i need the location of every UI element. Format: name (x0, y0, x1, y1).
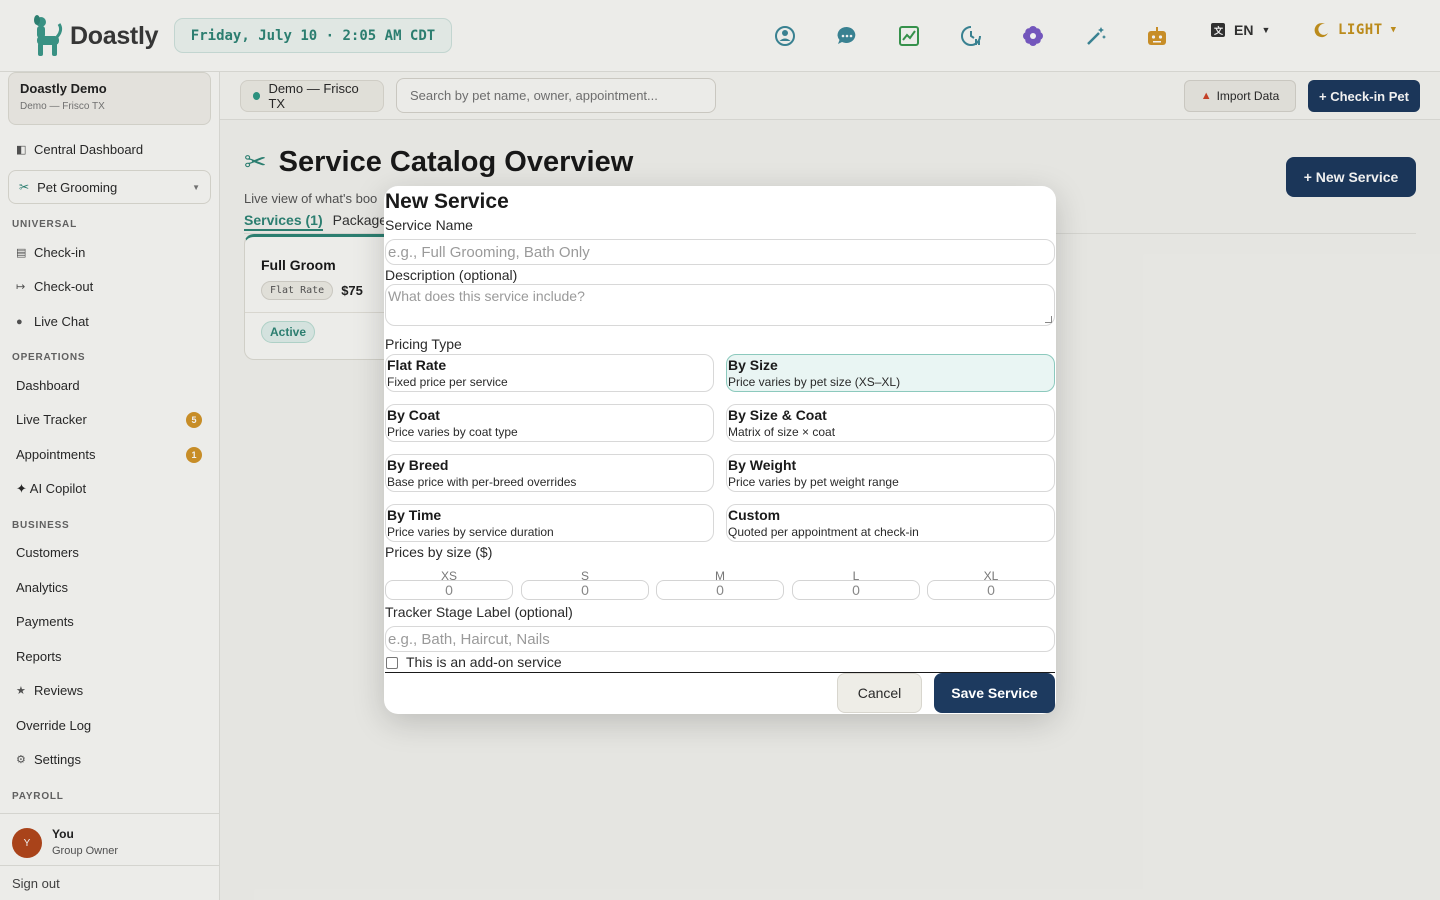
pricing-option-custom[interactable]: Custom Quoted per appointment at check-i… (726, 504, 1055, 542)
resize-handle-icon[interactable] (1045, 316, 1052, 323)
save-service-button[interactable]: Save Service (934, 673, 1055, 713)
pricing-option-flat-rate[interactable]: Flat Rate Fixed price per service (385, 354, 714, 392)
description-placeholder: What does this service include? (388, 288, 585, 304)
add-on-label[interactable]: This is an add-on service (406, 654, 562, 670)
pricing-option-title: By Breed (387, 457, 449, 473)
new-service-dialog: New Service Service Name e.g., Full Groo… (384, 186, 1056, 714)
pricing-option-title: By Time (387, 507, 442, 523)
price-input-xs[interactable]: 0 (385, 580, 513, 600)
pricing-option-title: By Size (728, 357, 778, 373)
description-textarea[interactable]: What does this service include? (385, 284, 1055, 326)
price-input-m[interactable]: 0 (656, 580, 784, 600)
dialog-title: New Service (385, 190, 509, 213)
pricing-option-desc: Price varies by coat type (387, 425, 518, 439)
description-label: Description (optional) (385, 267, 518, 283)
pricing-option-desc: Price varies by pet size (XS–XL) (728, 375, 901, 389)
service-name-label: Service Name (385, 217, 473, 233)
pricing-option-by-breed[interactable]: By Breed Base price with per-breed overr… (385, 454, 714, 492)
pricing-option-title: By Coat (387, 407, 440, 423)
pricing-option-by-coat[interactable]: By Coat Price varies by coat type (385, 404, 714, 442)
pricing-option-desc: Matrix of size × coat (728, 425, 836, 439)
tracker-stage-label: Tracker Stage Label (optional) (385, 604, 573, 620)
price-input-s[interactable]: 0 (521, 580, 649, 600)
add-on-checkbox[interactable] (386, 657, 398, 669)
pricing-option-by-time[interactable]: By Time Price varies by service duration (385, 504, 714, 542)
pricing-option-by-size[interactable]: By Size Price varies by pet size (XS–XL) (726, 354, 1055, 392)
price-input-l[interactable]: 0 (792, 580, 920, 600)
tracker-stage-input[interactable]: e.g., Bath, Haircut, Nails (385, 626, 1055, 652)
pricing-option-desc: Price varies by service duration (387, 525, 554, 539)
pricing-option-title: Custom (728, 507, 781, 523)
cancel-button[interactable]: Cancel (837, 673, 922, 713)
service-name-input[interactable]: e.g., Full Grooming, Bath Only (385, 239, 1055, 265)
pricing-type-label: Pricing Type (385, 336, 462, 352)
pricing-option-desc: Quoted per appointment at check-in (728, 525, 919, 539)
pricing-option-title: Flat Rate (387, 357, 447, 373)
price-input-xl[interactable]: 0 (927, 580, 1055, 600)
pricing-option-title: By Size & Coat (728, 407, 827, 423)
prices-by-size-label: Prices by size ($) (385, 544, 493, 560)
pricing-option-by-size-coat[interactable]: By Size & Coat Matrix of size × coat (726, 404, 1055, 442)
pricing-option-by-weight[interactable]: By Weight Price varies by pet weight ran… (726, 454, 1055, 492)
pricing-option-title: By Weight (728, 457, 797, 473)
pricing-option-desc: Base price with per-breed overrides (387, 475, 577, 489)
pricing-option-desc: Price varies by pet weight range (728, 475, 899, 489)
pricing-option-desc: Fixed price per service (387, 375, 508, 389)
